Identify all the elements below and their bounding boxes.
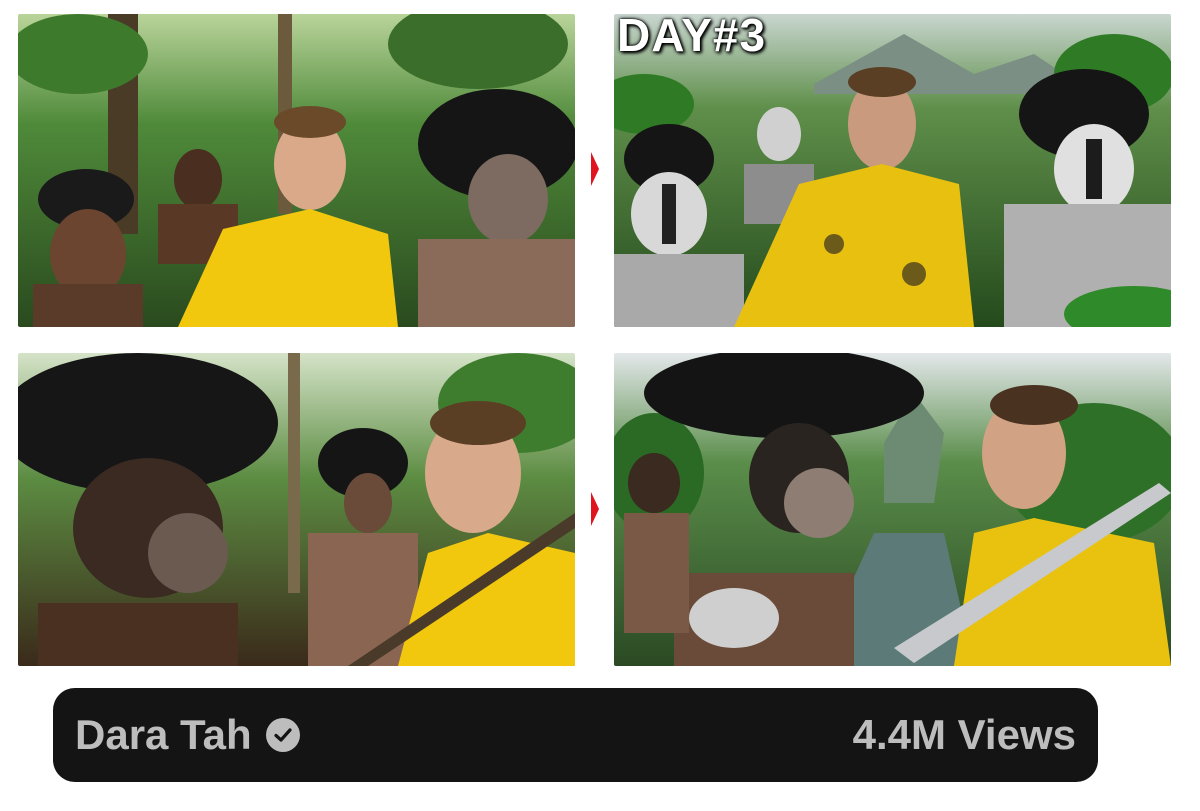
video-info-bar: Dara Tah 4.4M Views xyxy=(53,688,1098,782)
channel-name[interactable]: Dara Tah xyxy=(75,714,252,756)
river-scene-image xyxy=(614,353,1171,666)
thumbnail-before-bottom[interactable] xyxy=(18,353,575,666)
view-count: 4.4M Views xyxy=(852,711,1076,758)
check-circle-icon xyxy=(265,718,300,752)
machete-scene-image xyxy=(18,353,575,666)
arrow-right-icon xyxy=(591,152,599,186)
channel-info[interactable]: Dara Tah xyxy=(75,714,300,756)
thumbnail-before-top[interactable] xyxy=(18,14,575,327)
arrow-right-icon xyxy=(591,492,599,526)
jungle-scene-image xyxy=(18,14,575,327)
day-label: DAY#3 xyxy=(617,9,767,61)
thumbnail-after-bottom[interactable] xyxy=(614,353,1171,666)
